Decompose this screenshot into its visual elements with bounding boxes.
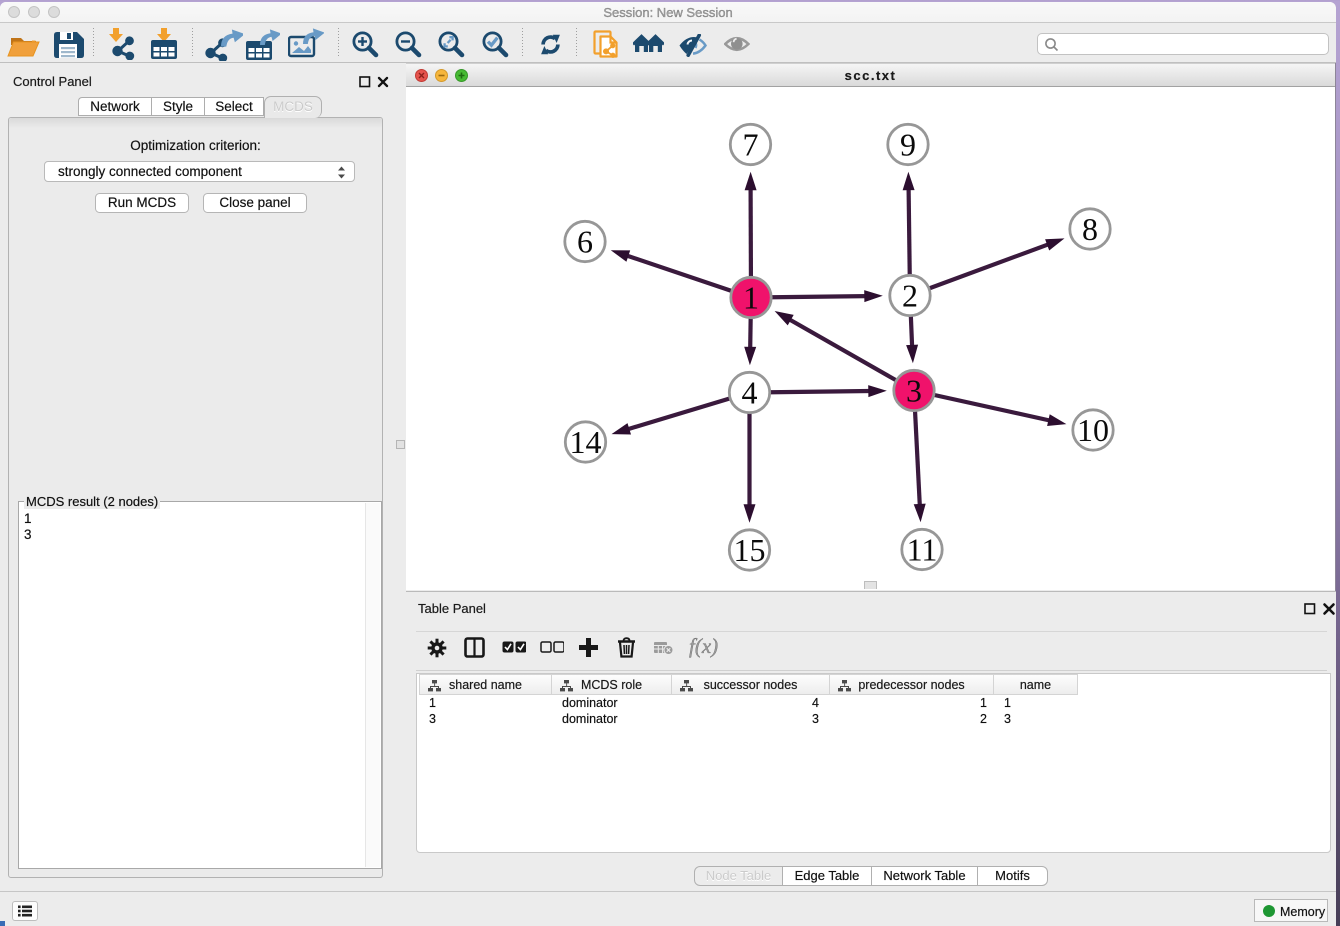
svg-text:11: 11 xyxy=(907,532,938,568)
svg-text:10: 10 xyxy=(1077,412,1109,448)
svg-text:1: 1 xyxy=(743,280,759,316)
svg-text:14: 14 xyxy=(570,424,602,460)
svg-text:6: 6 xyxy=(577,224,593,260)
svg-text:2: 2 xyxy=(902,278,918,314)
svg-text:8: 8 xyxy=(1082,211,1098,247)
svg-text:4: 4 xyxy=(742,375,758,411)
svg-text:9: 9 xyxy=(900,127,916,163)
svg-text:15: 15 xyxy=(734,532,766,568)
svg-text:3: 3 xyxy=(906,373,922,409)
svg-text:7: 7 xyxy=(743,127,759,163)
